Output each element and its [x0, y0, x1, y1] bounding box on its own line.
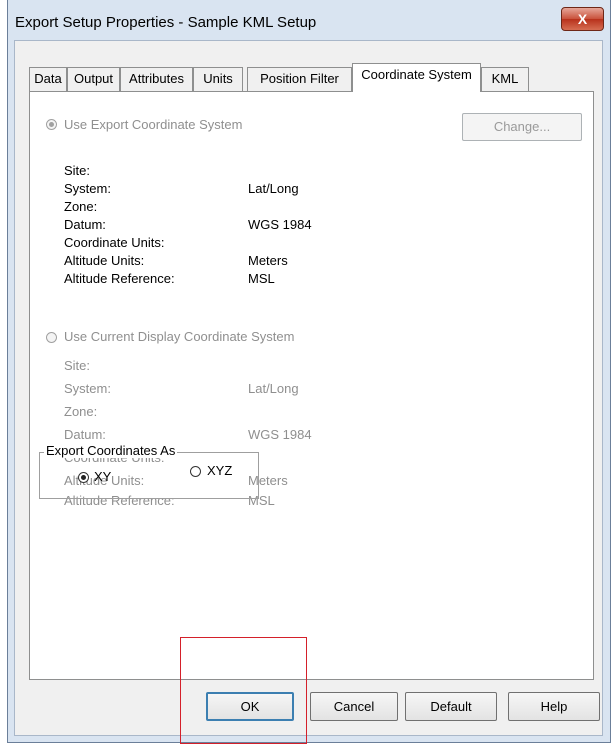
display-coord-radio[interactable]: [46, 332, 57, 343]
field-label: Zone:: [64, 404, 98, 419]
title-bar[interactable]: Export Setup Properties - Sample KML Set…: [8, 0, 610, 40]
coordinate-system-panel: Use Export Coordinate System Change... S…: [29, 91, 594, 680]
display-coord-radio-label: Use Current Display Coordinate System: [64, 329, 295, 344]
field-label: Coordinate Units:: [64, 235, 165, 250]
default-button[interactable]: Default: [405, 692, 497, 721]
radio-selected-dot: [81, 475, 86, 480]
field-label: Site:: [64, 358, 91, 373]
export-as-group-label: Export Coordinates As: [44, 443, 178, 458]
change-button[interactable]: Change...: [462, 113, 582, 141]
xy-radio[interactable]: [78, 472, 89, 483]
field-label: System:: [64, 381, 111, 396]
field-value: Meters: [248, 253, 288, 268]
field-label: Altitude Units:: [64, 253, 145, 268]
export-coord-radio-label: Use Export Coordinate System: [64, 117, 243, 132]
field-label: Datum:: [64, 217, 106, 232]
field-value: Lat/Long: [248, 381, 299, 396]
tab-kml[interactable]: KML: [481, 67, 529, 91]
cancel-button[interactable]: Cancel: [310, 692, 398, 721]
xyz-radio[interactable]: [190, 466, 201, 477]
dialog-window: Export Setup Properties - Sample KML Set…: [7, 0, 611, 743]
field-label: Datum:: [64, 427, 106, 442]
tab-attributes[interactable]: Attributes: [120, 67, 193, 91]
window-title: Export Setup Properties - Sample KML Set…: [15, 14, 317, 31]
ok-highlight-box: [180, 637, 307, 744]
export-coord-radio[interactable]: [46, 119, 57, 130]
field-value: MSL: [248, 271, 275, 286]
xy-radio-label: XY: [94, 469, 112, 484]
xyz-radio-label: XYZ: [207, 463, 233, 478]
field-label: Altitude Reference:: [64, 271, 175, 286]
field-value: WGS 1984: [248, 427, 312, 442]
tab-coordinate-system[interactable]: Coordinate System: [352, 63, 481, 92]
field-label: Site:: [64, 163, 91, 178]
tab-output[interactable]: Output: [67, 67, 120, 91]
radio-selected-dot: [49, 122, 54, 127]
close-button[interactable]: X: [561, 7, 604, 31]
field-label: Zone:: [64, 199, 98, 214]
dialog-client-area: Data Output Attributes Units Position Fi…: [14, 40, 603, 736]
tab-data[interactable]: Data: [29, 67, 67, 91]
field-value: WGS 1984: [248, 217, 312, 232]
field-value: Lat/Long: [248, 181, 299, 196]
tab-units[interactable]: Units: [193, 67, 243, 91]
tab-position-filter[interactable]: Position Filter: [247, 67, 352, 91]
field-label: System:: [64, 181, 111, 196]
help-button[interactable]: Help: [508, 692, 600, 721]
